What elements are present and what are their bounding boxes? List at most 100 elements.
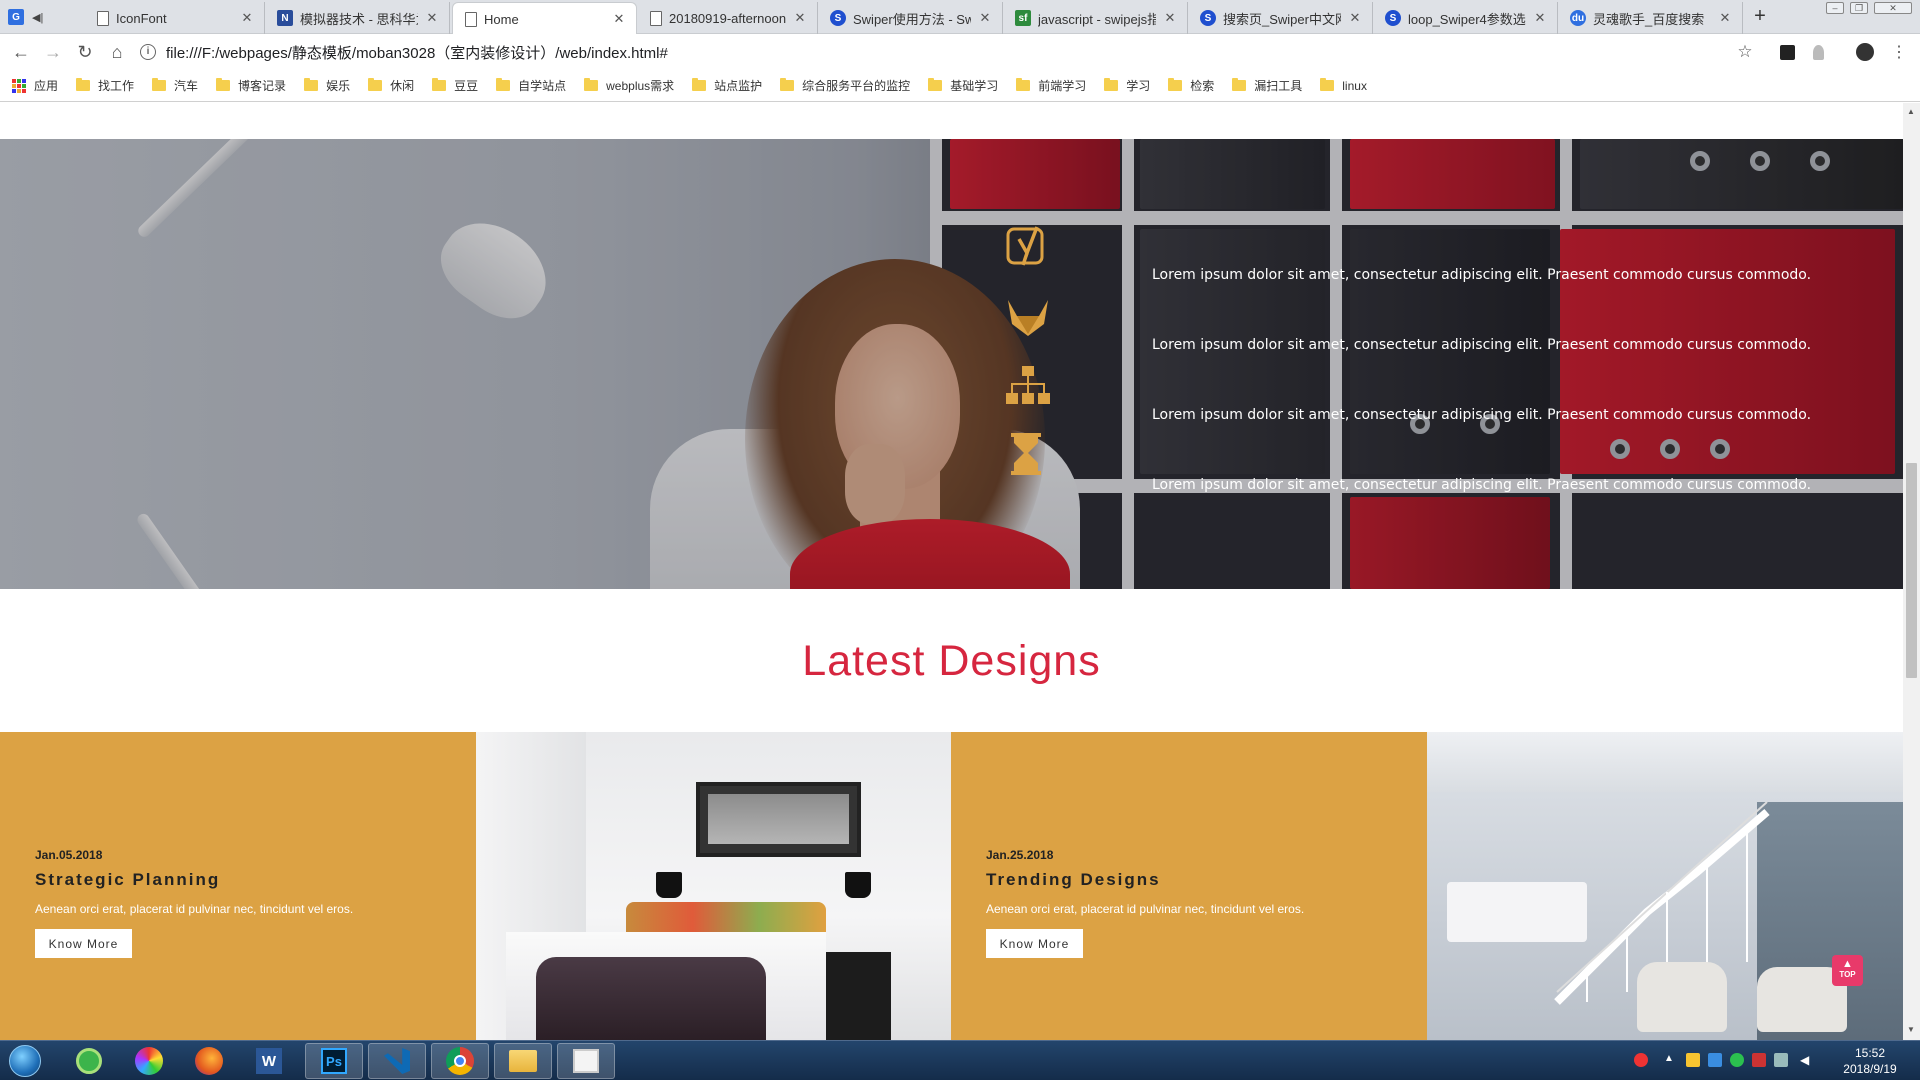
chrome-icon[interactable] — [431, 1043, 489, 1079]
bookmark-folder[interactable]: 站点监护 — [692, 77, 762, 94]
back-arrow-icon[interactable]: ← — [9, 40, 33, 64]
swiper-icon: S — [830, 10, 846, 26]
folder-icon — [368, 78, 383, 91]
network-icon[interactable] — [1774, 1053, 1788, 1067]
folder-icon — [432, 78, 447, 91]
close-icon[interactable]: ✕ — [978, 10, 992, 26]
know-more-button[interactable]: Know More — [986, 929, 1083, 958]
bookmarks-bar: 应用 找工作 汽车 博客记录 娱乐 休闲 豆豆 自学站点 webplus需求 站… — [0, 70, 1920, 102]
extension-b-icon[interactable] — [1775, 40, 1799, 64]
home-icon[interactable]: ⌂ — [105, 40, 129, 64]
folder-icon — [216, 78, 231, 91]
security-shield-icon[interactable] — [1686, 1053, 1700, 1067]
restore-icon[interactable]: ❐ — [1850, 2, 1868, 14]
bookmark-folder[interactable]: 找工作 — [76, 77, 134, 94]
tab-title: loop_Swiper4参数选项 — [1408, 11, 1526, 27]
armchair — [1637, 962, 1727, 1032]
start-orb-icon[interactable] — [0, 1043, 50, 1079]
bookmark-folder[interactable]: 豆豆 — [432, 77, 478, 94]
bookmark-folder[interactable]: 综合服务平台的监控 — [780, 77, 910, 94]
firefox-icon[interactable] — [180, 1043, 238, 1079]
close-icon[interactable]: ✕ — [793, 10, 807, 26]
taskbar-clock[interactable]: 15:52 2018/9/19 — [1830, 1045, 1910, 1077]
360-browser-icon[interactable] — [60, 1043, 118, 1079]
forward-arrow-icon[interactable]: → — [41, 40, 65, 64]
word-icon[interactable]: W — [240, 1043, 298, 1079]
tab-swiper-usage[interactable]: S Swiper使用方法 - Swi ✕ — [818, 2, 1003, 34]
menu-kebab-icon[interactable]: ⋮ — [1887, 40, 1911, 64]
close-icon[interactable]: ✕ — [1533, 10, 1547, 26]
bookmark-apps[interactable]: 应用 — [12, 77, 58, 94]
bookmark-folder[interactable]: 博客记录 — [216, 77, 286, 94]
sogou-ime-icon[interactable] — [1634, 1053, 1648, 1067]
address-bar[interactable]: i file:///F:/webpages/静态模板/moban3028（室内装… — [140, 38, 1740, 66]
tab-javascript[interactable]: sf javascript - swipejs指 ✕ — [1003, 2, 1188, 34]
volume-icon[interactable]: ◀ — [1800, 1053, 1814, 1067]
scroll-down-arrow-icon[interactable]: ▼ — [1907, 1025, 1915, 1034]
bookmark-folder[interactable]: 前端学习 — [1016, 77, 1086, 94]
bookmark-folder[interactable]: 娱乐 — [304, 77, 350, 94]
folder-icon — [1168, 78, 1183, 91]
card-title: Strategic Planning — [35, 870, 221, 889]
apps-grid-icon — [12, 78, 26, 93]
bookmark-folder[interactable]: 基础学习 — [928, 77, 998, 94]
image-viewer-icon[interactable] — [557, 1043, 615, 1079]
bookmark-folder[interactable]: 学习 — [1104, 77, 1150, 94]
doc-icon — [650, 10, 662, 26]
color-wheel-icon[interactable] — [120, 1043, 178, 1079]
extension-pin-icon[interactable] — [1806, 40, 1830, 64]
show-hidden-icons-arrow[interactable]: ▲ — [1664, 1053, 1678, 1067]
profile-avatar-icon[interactable] — [1853, 40, 1877, 64]
wechat-icon[interactable] — [1730, 1053, 1744, 1067]
page-scrollbar[interactable]: ▲ ▼ — [1903, 103, 1920, 1040]
close-icon[interactable]: ✕ — [1718, 10, 1732, 26]
vscode-icon[interactable] — [368, 1043, 426, 1079]
close-icon[interactable]: ✕ — [1348, 10, 1362, 26]
latest-designs-heading: Latest Designs — [802, 637, 1101, 685]
tab-home[interactable]: Home ✕ — [452, 2, 637, 35]
flag-icon[interactable] — [1752, 1053, 1766, 1067]
back-to-top-label: TOP — [1839, 970, 1856, 979]
tab-swiper-loop[interactable]: S loop_Swiper4参数选项 ✕ — [1373, 2, 1558, 34]
bookmark-folder[interactable]: 漏扫工具 — [1232, 77, 1302, 94]
card-date: Jan.25.2018 — [986, 848, 1054, 862]
tab-scroll-left-icon[interactable]: ◀| — [32, 11, 43, 24]
minimize-icon[interactable]: – — [1826, 2, 1844, 14]
card-date: Jan.05.2018 — [35, 848, 103, 862]
info-icon[interactable]: i — [140, 44, 156, 60]
tab-simulator[interactable]: N 模拟器技术 - 思科华为 ✕ — [265, 2, 450, 34]
folder-icon — [584, 78, 599, 91]
baidu-icon: du — [1570, 10, 1586, 26]
reload-icon[interactable]: ↻ — [73, 40, 97, 64]
browser-toolbar: ← → ↻ ⌂ i file:///F:/webpages/静态模板/moban… — [0, 34, 1920, 70]
bookmark-folder[interactable]: 检索 — [1168, 77, 1214, 94]
close-icon[interactable]: ✕ — [425, 10, 439, 26]
close-icon[interactable]: ✕ — [240, 10, 254, 26]
file-explorer-icon[interactable] — [494, 1043, 552, 1079]
folder-icon — [1104, 78, 1119, 91]
back-to-top-button[interactable]: ▲ TOP — [1832, 955, 1863, 986]
scrollbar-thumb[interactable] — [1906, 463, 1917, 678]
folder-icon — [1320, 78, 1335, 91]
tab-baidu[interactable]: du 灵魂歌手_百度搜索 ✕ — [1558, 2, 1743, 34]
know-more-button[interactable]: Know More — [35, 929, 132, 958]
bookmark-star-icon[interactable]: ☆ — [1733, 40, 1757, 64]
tab-swiper-search[interactable]: S 搜索页_Swiper中文网 ✕ — [1188, 2, 1373, 34]
close-icon[interactable]: ✕ — [612, 11, 626, 27]
tab-afternoon[interactable]: 20180919-afternoon ✕ — [638, 2, 818, 34]
bookmark-folder[interactable]: linux — [1320, 78, 1367, 93]
arrow-up-icon: ▲ — [1842, 958, 1853, 970]
windows-taskbar: W Ps ▲ ◀ 15:52 2018/9/19 — [0, 1040, 1920, 1080]
bookmark-folder[interactable]: webplus需求 — [584, 77, 674, 94]
bookmark-folder[interactable]: 自学站点 — [496, 77, 566, 94]
photoshop-icon[interactable]: Ps — [305, 1043, 363, 1079]
scroll-up-arrow-icon[interactable]: ▲ — [1907, 107, 1915, 116]
bookmark-folder[interactable]: 汽车 — [152, 77, 198, 94]
bluetooth-icon[interactable] — [1708, 1053, 1722, 1067]
translate-icon[interactable]: G — [8, 9, 24, 25]
new-tab-plus-icon[interactable]: + — [1749, 6, 1771, 28]
bookmark-folder[interactable]: 休闲 — [368, 77, 414, 94]
close-icon[interactable]: ✕ — [1163, 10, 1177, 26]
tab-iconfont[interactable]: IconFont ✕ — [85, 2, 265, 34]
window-close-icon[interactable]: ✕ — [1874, 2, 1912, 14]
